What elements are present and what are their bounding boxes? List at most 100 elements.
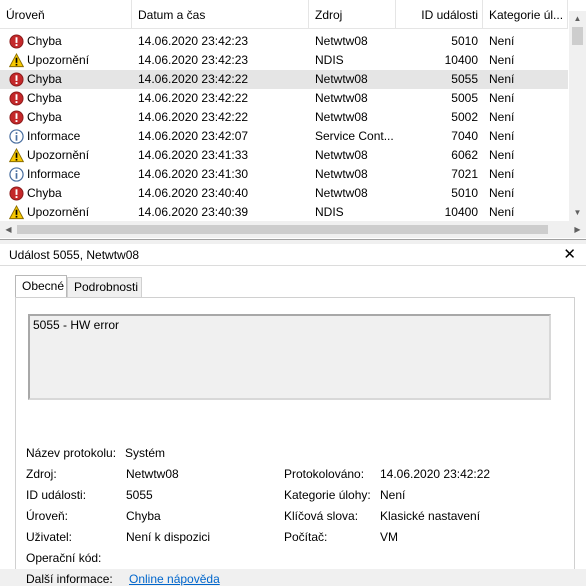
event-id-value: 5055 [126,488,153,502]
category-cell: Není [489,205,515,219]
event-detail-pane: Obecné Podrobnosti 5055 - HW error Název… [0,266,586,586]
category-cell: Není [489,129,515,143]
level-cell: Chyba [27,72,62,86]
category-cell: Není [489,34,515,48]
level-cell: Upozornění [27,205,90,219]
date-cell: 14.06.2020 23:42:07 [138,129,249,143]
source-cell: Service Cont... [315,129,394,143]
task-category-value: Není [380,488,406,502]
category-cell: Není [489,186,515,200]
computer-label: Počítač: [284,530,328,544]
category-cell: Není [489,53,515,67]
source-cell: NDIS [315,53,344,67]
table-row[interactable]: Chyba 14.06.2020 23:42:22 Netwtw08 5002 Není [0,108,568,127]
category-cell: Není [489,167,515,181]
logged-label: Protokolováno: [284,467,365,481]
event-description-box[interactable]: 5055 - HW error [28,314,551,400]
scroll-left-arrow-icon[interactable]: ◀ [0,221,17,238]
date-cell: 14.06.2020 23:42:23 [138,34,249,48]
close-icon[interactable]: ✕ [563,245,576,265]
error-icon [9,34,24,49]
warning-icon [8,52,25,68]
source-cell: Netwtw08 [315,91,368,105]
event-id-cell: 5055 [451,72,478,86]
level-cell: Informace [27,129,81,143]
category-cell: Není [489,110,515,124]
more-info-label: Další informace: [26,572,113,586]
user-label: Uživatel: [26,530,73,544]
scroll-down-arrow-icon[interactable]: ▼ [569,205,586,221]
date-cell: 14.06.2020 23:41:33 [138,148,249,162]
table-row[interactable]: Chyba 14.06.2020 23:40:40 Netwtw08 5010 Není [0,184,568,203]
warning-icon [8,204,25,220]
event-id-cell: 7021 [451,167,478,181]
source-label: Zdroj: [26,467,57,481]
tab-general[interactable]: Obecné [15,275,67,297]
table-row[interactable]: Informace 14.06.2020 23:42:07 Service Cont… [0,127,568,146]
table-row[interactable]: Chyba 14.06.2020 23:42:22 Netwtw08 5055 Není [0,70,568,89]
event-id-cell: 10400 [444,53,478,67]
vertical-scrollbar[interactable]: ▲ ▼ [569,11,586,221]
error-icon [9,91,24,106]
log-name-value: Systém [125,446,166,460]
table-row[interactable]: Chyba 14.06.2020 23:42:23 Netwtw08 5010 Není [0,32,568,51]
online-help-link[interactable]: Online nápověda [129,572,220,586]
category-cell: Není [489,72,515,86]
event-id-label: ID události: [26,488,87,502]
error-icon [9,72,24,87]
info-icon [9,129,24,144]
event-list-header: Úroveň Datum a čas Zdroj ID události Kat… [0,0,568,29]
error-icon [9,186,24,201]
event-id-cell: 5002 [451,110,478,124]
column-header-date[interactable]: Datum a čas [132,0,309,29]
tab-details[interactable]: Podrobnosti [67,277,142,297]
event-detail-header: Událost 5055, Netwtw08 ✕ [0,244,586,266]
table-row[interactable]: Chyba 14.06.2020 23:42:22 Netwtw08 5005 Není [0,89,568,108]
table-row[interactable]: Upozornění 14.06.2020 23:40:39 NDIS 10400 Ne… [0,203,568,222]
source-value: Netwtw08 [126,467,179,481]
table-row[interactable]: Upozornění 14.06.2020 23:41:33 Netwtw08 606… [0,146,568,165]
warning-icon [8,147,25,163]
column-header-task-category[interactable]: Kategorie úl... [483,0,568,29]
table-row[interactable]: Informace 14.06.2020 23:41:30 Netwtw08 7021… [0,165,568,184]
keywords-label: Klíčová slova: [284,509,359,523]
source-cell: NDIS [315,205,344,219]
source-cell: Netwtw08 [315,186,368,200]
level-cell: Chyba [27,91,62,105]
level-label: Úroveň: [26,509,69,523]
table-row[interactable]: Upozornění 14.06.2020 23:42:23 NDIS 10400 Ne… [0,51,568,70]
date-cell: 14.06.2020 23:40:40 [138,186,249,200]
scroll-right-arrow-icon[interactable]: ▶ [569,221,586,238]
source-cell: Netwtw08 [315,34,368,48]
column-header-source[interactable]: Zdroj [309,0,396,29]
error-icon [9,110,24,125]
horizontal-scroll-thumb[interactable] [17,225,548,234]
task-category-label: Kategorie úlohy: [284,488,371,502]
level-cell: Upozornění [27,148,90,162]
level-value: Chyba [126,509,161,523]
event-id-cell: 5005 [451,91,478,105]
date-cell: 14.06.2020 23:42:22 [138,110,249,124]
computer-value: VM [380,530,398,544]
scroll-up-arrow-icon[interactable]: ▲ [569,11,586,27]
info-icon [9,167,24,182]
opcode-label: Operační kód: [26,551,102,565]
event-detail-title: Událost 5055, Netwtw08 [9,248,140,262]
level-cell: Upozornění [27,53,90,67]
date-cell: 14.06.2020 23:41:30 [138,167,249,181]
category-cell: Není [489,91,515,105]
horizontal-scrollbar[interactable]: ◀ ▶ [0,221,586,238]
source-cell: Netwtw08 [315,72,368,86]
event-id-cell: 10400 [444,205,478,219]
column-header-level[interactable]: Úroveň [0,0,132,29]
event-list[interactable]: Úroveň Datum a čas Zdroj ID události Kat… [0,0,586,240]
event-id-cell: 7040 [451,129,478,143]
user-value: Není k dispozici [126,530,211,544]
category-cell: Není [489,148,515,162]
column-header-event-id[interactable]: ID události [396,0,483,29]
level-cell: Chyba [27,110,62,124]
level-cell: Chyba [27,186,62,200]
level-cell: Informace [27,167,81,181]
source-cell: Netwtw08 [315,110,368,124]
vertical-scroll-thumb[interactable] [572,27,583,45]
